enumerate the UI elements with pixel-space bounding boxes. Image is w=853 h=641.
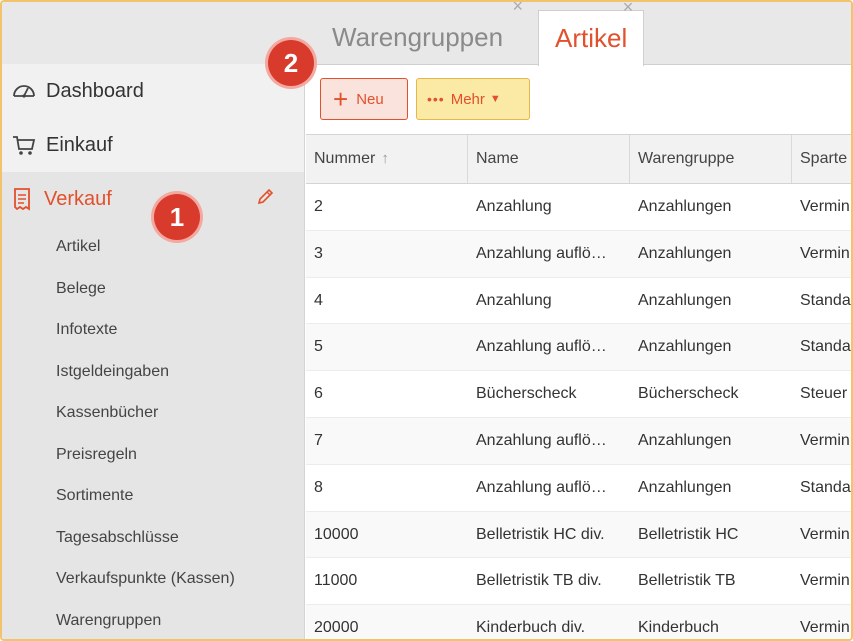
new-button[interactable]: + Neu bbox=[320, 78, 408, 120]
table-cell: Anzahlungen bbox=[638, 244, 732, 262]
sidebar-item-label: Verkauf bbox=[44, 188, 112, 210]
table-cell: Bücherscheck bbox=[476, 385, 577, 403]
table-cell: 7 bbox=[314, 431, 323, 449]
more-button-label: Mehr bbox=[450, 90, 485, 108]
table-cell: Anzahlung auflö… bbox=[476, 338, 607, 356]
shopping-cart-icon bbox=[13, 136, 36, 155]
table-cell: Belletristik TB div. bbox=[476, 572, 602, 590]
column-header-nummer[interactable]: Nummer ↑ bbox=[306, 135, 468, 183]
table-cell: Anzahlung auflö… bbox=[476, 431, 607, 449]
more-button[interactable]: ••• Mehr ▼ bbox=[416, 78, 530, 120]
table-cell: 11000 bbox=[314, 572, 358, 590]
table-cell: Anzahlung auflö… bbox=[476, 244, 607, 262]
sidebar-subitem-artikel[interactable]: Artikel bbox=[56, 226, 235, 268]
table-row[interactable]: 7 Anzahlung auflö… Anzahlungen Vermin bbox=[306, 417, 851, 465]
sidebar: Dashboard Einkauf Verkauf Artikel Belege… bbox=[2, 64, 305, 640]
table-cell: Anzahlungen bbox=[638, 338, 732, 356]
table-row[interactable]: 11000 Belletristik TB div. Belletristik TB… bbox=[306, 558, 851, 606]
table-row[interactable]: 6 Bücherscheck Bücherscheck Steuer bbox=[306, 371, 851, 418]
table-cell: Belletristik HC div. bbox=[476, 525, 605, 543]
table-cell: Bücherscheck bbox=[638, 385, 739, 403]
receipt-icon bbox=[14, 188, 30, 211]
close-icon[interactable]: × bbox=[513, 2, 524, 16]
column-header-name[interactable]: Name bbox=[468, 135, 630, 183]
table-cell: Anzahlungen bbox=[638, 431, 732, 449]
new-button-label: Neu bbox=[356, 90, 384, 108]
caret-down-icon: ▼ bbox=[489, 93, 501, 105]
table-cell: Vermin bbox=[800, 431, 850, 449]
sidebar-subitem-warengruppen[interactable]: Warengruppen bbox=[56, 600, 235, 640]
table-cell: 2 bbox=[314, 198, 323, 215]
more-dots-icon: ••• bbox=[427, 91, 445, 107]
table-cell: Steuer bbox=[800, 385, 848, 403]
tab-artikel[interactable]: Artikel × bbox=[538, 2, 645, 66]
table-cell: Belletristik TB bbox=[638, 572, 736, 590]
sidebar-item-dashboard[interactable]: Dashboard bbox=[12, 66, 144, 116]
table-header: Nummer ↑ Name Warengruppe Sparte bbox=[306, 134, 851, 184]
sidebar-item-verkauf[interactable]: Verkauf bbox=[12, 174, 112, 224]
sidebar-subitem-kassenbuecher[interactable]: Kassenbücher bbox=[56, 392, 235, 434]
sidebar-item-label: Dashboard bbox=[46, 80, 144, 102]
tab-bar: Warengruppen × Artikel × bbox=[2, 2, 851, 66]
table-cell: Anzahlungen bbox=[638, 198, 732, 215]
table-cell: Vermin bbox=[800, 572, 850, 590]
table-cell: Kinderbuch div. bbox=[476, 619, 586, 637]
sidebar-subitem-infotexte[interactable]: Infotexte bbox=[56, 309, 235, 351]
pencil-icon[interactable] bbox=[256, 188, 274, 206]
table-row[interactable]: 5 Anzahlung auflö… Anzahlungen Standa bbox=[306, 324, 851, 372]
sidebar-section-verkauf: Verkauf Artikel Belege Infotexte Istgeld… bbox=[2, 172, 304, 640]
tab-label: Warengruppen bbox=[332, 22, 504, 52]
tab-label: Artikel bbox=[555, 23, 628, 53]
table-cell: Standa bbox=[800, 291, 851, 309]
sidebar-subitem-sortimente[interactable]: Sortimente bbox=[56, 475, 235, 517]
plus-icon: + bbox=[333, 84, 349, 114]
column-header-sparte[interactable]: Sparte bbox=[792, 135, 851, 183]
table-cell: Belletristik HC bbox=[638, 525, 739, 543]
sidebar-subitem-preisregeln[interactable]: Preisregeln bbox=[56, 434, 235, 476]
column-header-warengruppe[interactable]: Warengruppe bbox=[630, 135, 792, 183]
table-cell: Anzahlungen bbox=[638, 291, 732, 309]
article-table: Nummer ↑ Name Warengruppe Sparte 2 Anzahlu… bbox=[306, 134, 851, 639]
table-row[interactable]: 4 Anzahlung Anzahlungen Standa bbox=[306, 278, 851, 325]
table-cell: Vermin bbox=[800, 525, 850, 543]
sidebar-submenu: Artikel Belege Infotexte Istgeldeingaben… bbox=[56, 226, 235, 640]
tab-warengruppen[interactable]: Warengruppen × bbox=[316, 2, 523, 64]
table-cell: Vermin bbox=[800, 244, 850, 262]
table-row[interactable]: 10000 Belletristik HC div. Belletristik HC… bbox=[306, 511, 851, 559]
step-badge-2: 2 bbox=[268, 40, 314, 86]
table-cell: Anzahlung bbox=[476, 291, 552, 309]
step-badge-1: 1 bbox=[154, 194, 200, 240]
table-cell: 10000 bbox=[314, 525, 359, 543]
table-cell: Vermin bbox=[800, 198, 850, 215]
table-cell: Anzahlung bbox=[476, 198, 552, 215]
table-row[interactable]: 20000 Kinderbuch div. Kinderbuch Vermin bbox=[306, 605, 851, 639]
table-row[interactable]: 3 Anzahlung auflö… Anzahlungen Vermin bbox=[306, 230, 851, 278]
close-icon[interactable]: × bbox=[623, 2, 634, 17]
sidebar-item-label: Einkauf bbox=[46, 134, 113, 156]
sidebar-subitem-belege[interactable]: Belege bbox=[56, 268, 235, 310]
table-cell: Standa bbox=[800, 338, 851, 356]
table-cell: Standa bbox=[800, 478, 851, 496]
sidebar-item-einkauf[interactable]: Einkauf bbox=[12, 120, 113, 170]
table-cell: 8 bbox=[314, 478, 323, 496]
dashboard-gauge-icon bbox=[13, 85, 35, 98]
table-cell: 6 bbox=[314, 385, 323, 403]
sort-ascending-icon[interactable]: ↑ bbox=[381, 150, 389, 167]
column-header-label: Nummer bbox=[314, 150, 376, 167]
sidebar-subitem-istgeldeingaben[interactable]: Istgeldeingaben bbox=[56, 351, 235, 393]
table-cell: 4 bbox=[314, 291, 323, 309]
table-body: 2 Anzahlung Anzahlungen Vermin 3 Anzahlung au… bbox=[306, 184, 851, 639]
table-cell: 20000 bbox=[314, 619, 359, 637]
table-cell: 3 bbox=[314, 244, 323, 262]
table-cell: Kinderbuch bbox=[638, 619, 719, 637]
table-cell: Vermin bbox=[800, 619, 850, 637]
table-cell: Anzahlung auflö… bbox=[476, 478, 607, 496]
table-cell: 5 bbox=[314, 338, 323, 356]
sidebar-subitem-tagesabschluesse[interactable]: Tagesabschlüsse bbox=[56, 517, 235, 559]
app-window: Warengruppen × Artikel × Dashboard Einka… bbox=[0, 0, 853, 641]
table-row[interactable]: 2 Anzahlung Anzahlungen Vermin bbox=[306, 184, 851, 231]
table-cell: Anzahlungen bbox=[638, 478, 732, 496]
sidebar-subitem-verkaufspunkte[interactable]: Verkaufspunkte (Kassen) bbox=[56, 558, 235, 600]
table-row[interactable]: 8 Anzahlung auflö… Anzahlungen Standa bbox=[306, 465, 851, 512]
